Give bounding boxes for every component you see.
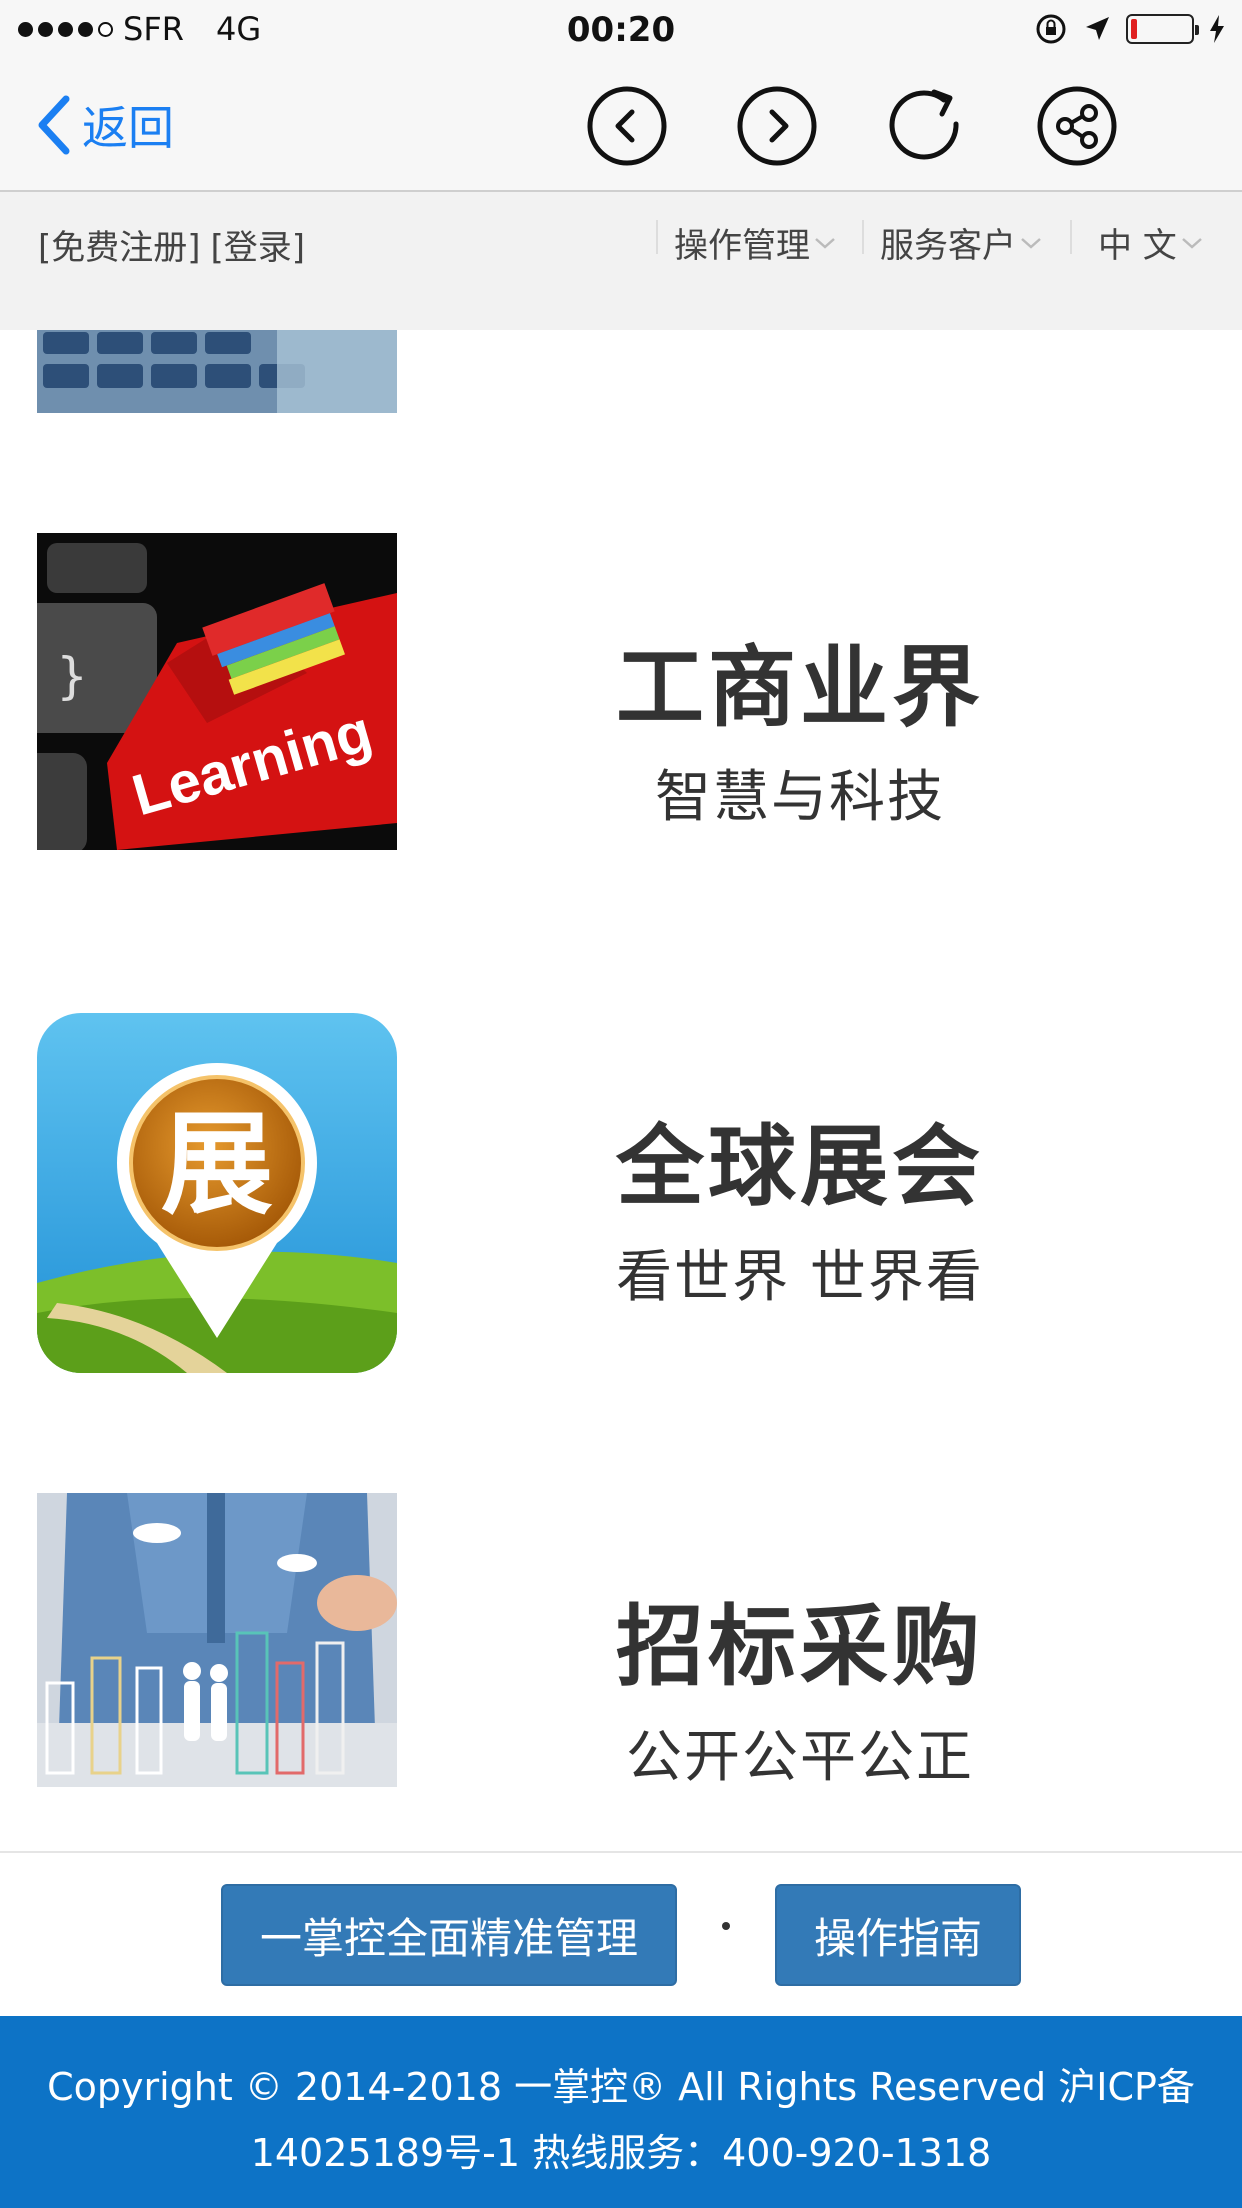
previous-page-button[interactable] [585, 84, 669, 168]
menu-language[interactable]: 中 文 [1098, 218, 1203, 267]
back-label: 返回 [82, 101, 174, 155]
location-arrow-icon [1086, 17, 1109, 40]
battery-icon [1126, 14, 1199, 44]
auth-links: [免费注册] [登录] [38, 220, 305, 269]
share-button[interactable] [1035, 84, 1119, 168]
footer: Copyright © 2014-2018 一掌控® All Rights Re… [0, 2016, 1242, 2208]
status-bar: SFR 4G 00:20 [0, 0, 1242, 62]
menu-operations[interactable]: 操作管理 [674, 218, 836, 267]
site-header: [免费注册] [登录] 操作管理 服务客户 中 文 [0, 192, 1242, 330]
full-management-button[interactable]: 一掌控全面精准管理 [221, 1884, 677, 1986]
item-subtitle: 看世界 世界看 [616, 1245, 984, 1310]
browser-nav-bar: 返回 [0, 62, 1242, 192]
chevron-down-icon [815, 237, 835, 249]
operation-guide-button[interactable]: 操作指南 [775, 1884, 1021, 1986]
refresh-button[interactable] [884, 84, 968, 168]
learning-thumbnail[interactable]: } Learning [37, 533, 397, 850]
copyright-text: Copyright © 2014-2018 一掌控® All Rights Re… [47, 2065, 1195, 2109]
chevron-down-icon [1021, 237, 1041, 249]
chevron-down-icon [1181, 237, 1202, 249]
item-subtitle: 智慧与科技 [655, 765, 945, 830]
chevron-left-icon [38, 95, 70, 155]
next-page-button[interactable] [735, 84, 819, 168]
item-title[interactable]: 全球展会 [400, 1096, 1200, 1223]
menu-service-label: 服务客户 [880, 226, 1016, 266]
svg-text:}: } [57, 647, 87, 705]
menu-operations-label: 操作管理 [674, 226, 810, 266]
item-title[interactable]: 招标采购 [400, 1576, 1200, 1703]
menu-divider [1070, 220, 1072, 254]
menu-language-label: 中 文 [1098, 226, 1177, 266]
expo-image-glyph: 展 [161, 1100, 273, 1230]
item-subtitle: 公开公平公正 [626, 1725, 974, 1790]
status-right [1034, 12, 1226, 46]
bidding-thumbnail[interactable] [37, 1493, 397, 1787]
register-link[interactable]: [免费注册] [38, 220, 201, 269]
divider [0, 1851, 1242, 1853]
keyboard-thumbnail[interactable] [37, 330, 397, 413]
menu-divider [862, 220, 864, 254]
rotation-lock-icon [1036, 14, 1066, 44]
menu-divider [656, 220, 658, 254]
menu-service[interactable]: 服务客户 [880, 218, 1042, 267]
icp-hotline-text: 14025189号-1 热线服务：400-920-1318 [250, 2131, 992, 2175]
expo-app-icon[interactable]: 展 [37, 1013, 397, 1373]
item-title[interactable]: 工商业界 [400, 617, 1200, 744]
back-button[interactable]: 返回 [34, 92, 174, 158]
login-link[interactable]: [登录] [211, 220, 306, 269]
separator-dot [722, 1922, 730, 1930]
charging-icon [1210, 15, 1224, 43]
